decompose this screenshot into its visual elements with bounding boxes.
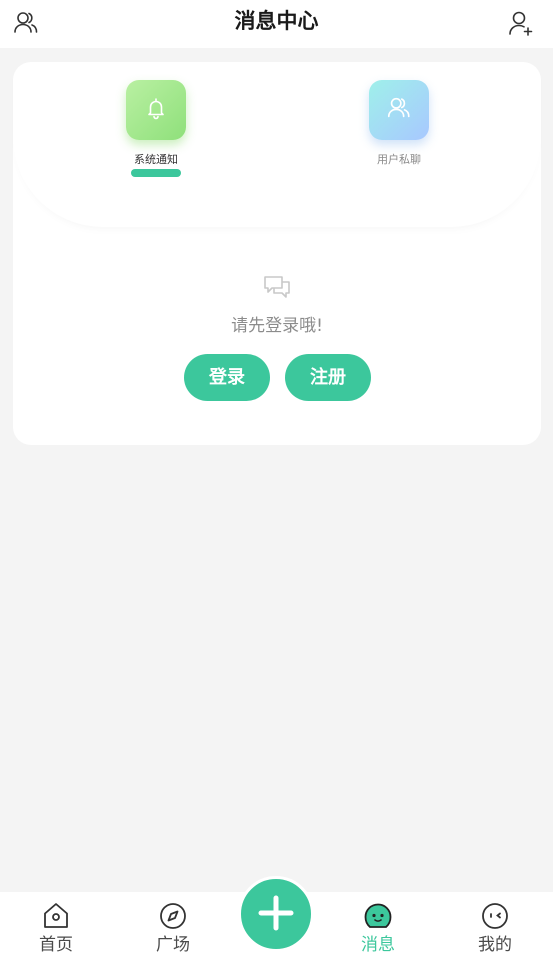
nav-label: 广场 <box>156 935 190 955</box>
nav-item-message[interactable]: 消息 <box>333 900 423 956</box>
tab-system-notice[interactable]: 系统通知 <box>111 80 201 177</box>
nav-item-square[interactable]: 广场 <box>128 900 218 956</box>
nav-label: 消息 <box>361 935 395 955</box>
message-card: 系统通知 用户私聊 请先登录哦! 登录 注册 <box>13 62 541 445</box>
users-tile <box>369 80 429 140</box>
page-title: 消息中心 <box>234 9 319 33</box>
plus-icon <box>256 893 296 936</box>
nav-label: 首页 <box>39 935 73 955</box>
nav-label: 我的 <box>478 935 512 955</box>
bell-tile <box>126 80 186 140</box>
nav-item-home[interactable]: 首页 <box>11 900 101 956</box>
top-bar: 消息中心 <box>0 0 553 48</box>
create-post-button[interactable] <box>238 876 314 952</box>
message-icon <box>362 900 394 932</box>
tab-label: 用户私聊 <box>377 153 421 166</box>
login-prompt: 请先登录哦! <box>231 316 323 336</box>
add-user-icon[interactable] <box>507 9 535 37</box>
login-button[interactable]: 登录 <box>184 354 270 401</box>
tab-bar: 系统通知 用户私聊 <box>13 62 541 227</box>
bell-icon <box>144 96 168 124</box>
profile-face-icon <box>479 900 511 932</box>
tab-label: 系统通知 <box>134 153 178 166</box>
tab-private-chat[interactable]: 用户私聊 <box>354 80 444 167</box>
home-icon <box>40 900 72 932</box>
compass-icon <box>157 900 189 932</box>
nav-item-mine[interactable]: 我的 <box>450 900 540 956</box>
active-tab-indicator <box>131 169 181 177</box>
users-icon <box>386 95 412 125</box>
register-button[interactable]: 注册 <box>285 354 371 401</box>
chat-bubbles-icon <box>263 274 291 300</box>
